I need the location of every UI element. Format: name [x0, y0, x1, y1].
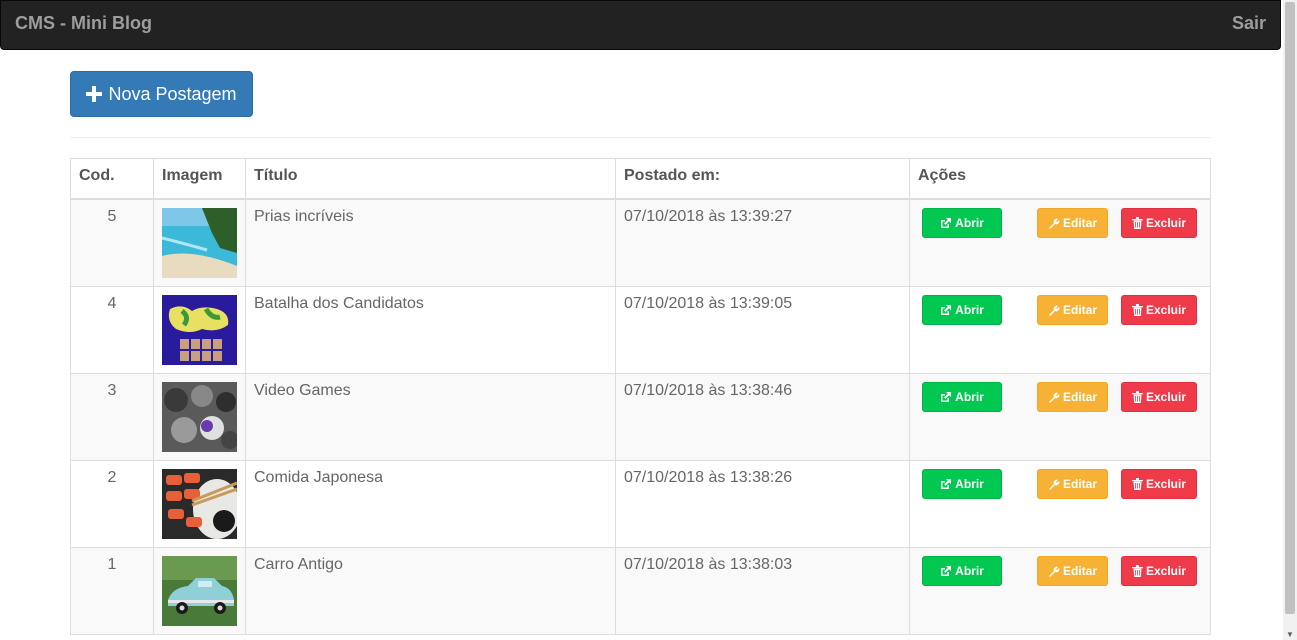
external-link-icon [941, 391, 952, 402]
divider [70, 137, 1211, 138]
header-code: Cod. [70, 158, 154, 200]
row-image-cell [153, 459, 246, 548]
delete-label: Excluir [1145, 389, 1187, 404]
edit-button[interactable]: Editar [1037, 468, 1108, 499]
external-link-icon [941, 217, 952, 228]
row-posted: 07/10/2018 às 13:38:46 [615, 372, 910, 461]
delete-button[interactable]: Excluir [1121, 294, 1197, 325]
row-title: Batalha dos Candidatos [245, 285, 616, 374]
table-row: 2 Comida Japonesa 07/10/2018 às 13:38:26 [70, 459, 1211, 548]
new-post-label: Nova Postagem [108, 83, 237, 104]
header-image: Imagem [153, 158, 246, 200]
wrench-icon [1048, 305, 1060, 316]
row-actions: Abrir Editar Excluir [909, 198, 1211, 287]
row-posted: 07/10/2018 às 13:39:27 [615, 198, 910, 287]
external-link-icon [941, 478, 952, 489]
table-row: 4 Batalha dos Candidatos 07/10/2018 às 1… [70, 285, 1211, 374]
delete-button[interactable]: Excluir [1121, 381, 1197, 412]
scrollbar-thumb[interactable] [1285, 2, 1295, 614]
row-posted: 07/10/2018 às 13:38:26 [615, 459, 910, 548]
edit-button[interactable]: Editar [1037, 381, 1108, 412]
delete-button[interactable]: Excluir [1121, 207, 1197, 238]
wrench-icon [1048, 479, 1060, 490]
trash-icon [1131, 390, 1143, 403]
row-actions: Abrir Editar Excluir [909, 459, 1211, 548]
row-posted: 07/10/2018 às 13:39:05 [615, 285, 910, 374]
logout-link[interactable]: Sair [1232, 13, 1266, 34]
open-label: Abrir [955, 215, 984, 230]
open-label: Abrir [955, 563, 984, 578]
header-title: Título [245, 158, 616, 200]
table-row: 3 Video Games 07/10/2018 às 13:38:46 Abr… [70, 372, 1211, 461]
row-title: Carro Antigo [245, 546, 616, 635]
edit-button[interactable]: Editar [1037, 294, 1108, 325]
delete-button[interactable]: Excluir [1121, 468, 1197, 499]
row-image-cell [153, 285, 246, 374]
edit-label: Editar [1062, 476, 1097, 491]
trash-icon [1131, 477, 1143, 490]
new-post-button[interactable]: Nova Postagem [70, 71, 253, 117]
sushi-thumbnail[interactable] [162, 468, 237, 539]
table-row: 1 Carro Antigo 07/10/2018 às 13:38:03 Ab… [70, 546, 1211, 635]
header-posted: Postado em: [615, 158, 910, 200]
row-title: Video Games [245, 372, 616, 461]
trash-icon [1131, 216, 1143, 229]
beach-thumbnail[interactable] [162, 207, 237, 278]
delete-label: Excluir [1145, 215, 1187, 230]
top-navbar: CMS - Mini Blog Sair [0, 0, 1281, 50]
scroll-down-icon[interactable]: ▼ [1284, 630, 1296, 640]
edit-label: Editar [1062, 389, 1097, 404]
edit-label: Editar [1062, 302, 1097, 317]
edit-label: Editar [1062, 563, 1097, 578]
edit-label: Editar [1062, 215, 1097, 230]
trash-icon [1131, 564, 1143, 577]
row-image-cell [153, 546, 246, 635]
row-posted: 07/10/2018 às 13:38:03 [615, 546, 910, 635]
open-button[interactable]: Abrir [922, 468, 1002, 499]
row-title: Prias incríveis [245, 198, 616, 287]
row-actions: Abrir Editar Excluir [909, 546, 1211, 635]
open-label: Abrir [955, 389, 984, 404]
open-label: Abrir [955, 476, 984, 491]
open-label: Abrir [955, 302, 984, 317]
header-actions: Ações [909, 158, 1211, 200]
video-games-thumbnail[interactable] [162, 381, 237, 452]
external-link-icon [941, 304, 952, 315]
vintage-car-thumbnail[interactable] [162, 555, 237, 626]
open-button[interactable]: Abrir [922, 207, 1002, 238]
row-code: 5 [70, 198, 154, 287]
delete-button[interactable]: Excluir [1121, 555, 1197, 586]
navbar-brand[interactable]: CMS - Mini Blog [15, 13, 152, 34]
edit-button[interactable]: Editar [1037, 555, 1108, 586]
row-actions: Abrir Editar Excluir [909, 285, 1211, 374]
edit-button[interactable]: Editar [1037, 207, 1108, 238]
plus-icon [86, 86, 103, 102]
wrench-icon [1048, 566, 1060, 577]
row-actions: Abrir Editar Excluir [909, 372, 1211, 461]
delete-label: Excluir [1145, 563, 1187, 578]
row-code: 3 [70, 372, 154, 461]
external-link-icon [941, 565, 952, 576]
row-code: 1 [70, 546, 154, 635]
table-header-row: Cod. Imagem Título Postado em: Ações [70, 158, 1211, 200]
open-button[interactable]: Abrir [922, 555, 1002, 586]
table-row: 5 Prias incríveis 07/10/2018 às 13:39:27… [70, 198, 1211, 287]
row-code: 4 [70, 285, 154, 374]
wrench-icon [1048, 218, 1060, 229]
posts-table: Cod. Imagem Título Postado em: Ações 5 P… [70, 158, 1211, 635]
row-image-cell [153, 198, 246, 287]
wrench-icon [1048, 392, 1060, 403]
delete-label: Excluir [1145, 476, 1187, 491]
open-button[interactable]: Abrir [922, 294, 1002, 325]
row-code: 2 [70, 459, 154, 548]
row-image-cell [153, 372, 246, 461]
open-button[interactable]: Abrir [922, 381, 1002, 412]
delete-label: Excluir [1145, 302, 1187, 317]
trash-icon [1131, 303, 1143, 316]
row-title: Comida Japonesa [245, 459, 616, 548]
player-select-thumbnail[interactable] [162, 294, 237, 365]
